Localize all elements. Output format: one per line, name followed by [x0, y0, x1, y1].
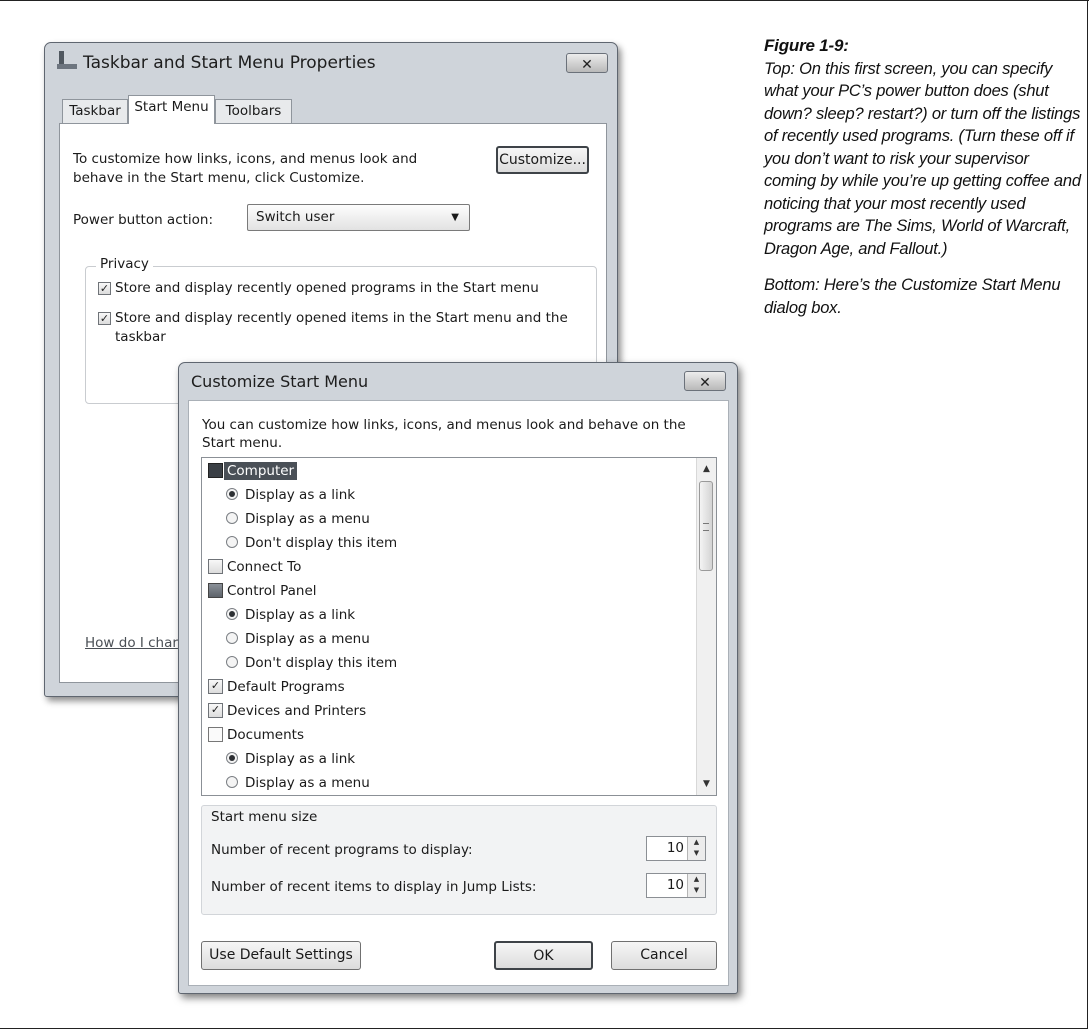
recent-programs-value[interactable]: 10: [647, 837, 687, 860]
list-item-checkbox[interactable]: Connect To: [208, 558, 301, 576]
scroll-up-icon[interactable]: ▲: [697, 460, 716, 478]
taskbar-icon: [57, 51, 77, 71]
checkbox-checked-icon[interactable]: ✓: [208, 679, 223, 694]
list-item-radio[interactable]: Display as a menu: [226, 630, 370, 648]
jump-list-spinner[interactable]: 10 ▲ ▼: [646, 873, 706, 898]
tab-start-menu[interactable]: Start Menu: [128, 95, 215, 124]
radio-selected-icon[interactable]: [226, 608, 238, 620]
customize-description: To customize how links, icons, and menus…: [73, 151, 418, 186]
list-item-radio[interactable]: Don't display this item: [226, 534, 397, 552]
list-item-label: Computer: [224, 462, 298, 480]
list-item-label: Default Programs: [227, 679, 345, 695]
list-item-radio[interactable]: Display as a link: [226, 750, 355, 768]
list-item-label: Display as a link: [245, 487, 356, 503]
privacy-label: Privacy: [96, 256, 153, 272]
list-item-radio[interactable]: Don't display this item: [226, 654, 397, 672]
power-button-select[interactable]: Switch user ▼: [247, 204, 470, 231]
radio-selected-icon[interactable]: [226, 488, 238, 500]
radio-selected-icon[interactable]: [226, 752, 238, 764]
privacy-option-programs[interactable]: ✓ Store and display recently opened prog…: [98, 279, 575, 298]
list-scrollbar[interactable]: ▲ ▼: [696, 458, 716, 795]
grip-icon: [703, 523, 709, 531]
start-menu-size-group: Start menu size Number of recent program…: [201, 805, 717, 915]
start-menu-items-list[interactable]: Computer Display as a link Display as a …: [201, 457, 717, 796]
list-item-label: Display as a link: [245, 751, 356, 767]
scroll-thumb[interactable]: [699, 481, 713, 571]
start-menu-size-label: Start menu size: [211, 809, 318, 825]
list-item-label: Display as a menu: [245, 775, 370, 791]
list-item-label: Don't display this item: [245, 535, 398, 551]
list-item-label: Control Panel: [227, 583, 317, 599]
checkbox-checked-icon[interactable]: ✓: [98, 312, 111, 325]
list-item-label: Display as a menu: [245, 631, 370, 647]
dialog-titlebar: Taskbar and Start Menu Properties: [57, 51, 376, 73]
jump-list-label: Number of recent items to display in Jum…: [211, 879, 537, 895]
list-item-computer[interactable]: Computer: [208, 462, 298, 480]
documents-icon: [208, 727, 223, 742]
list-item-label: Devices and Printers: [227, 703, 367, 719]
cancel-button[interactable]: Cancel: [611, 941, 717, 970]
privacy-option-label: Store and display recently opened progra…: [115, 280, 539, 296]
checkbox-icon[interactable]: [208, 559, 223, 574]
customize-start-menu-dialog: Customize Start Menu ✕ You can customize…: [178, 362, 738, 994]
list-item-checkbox[interactable]: ✓ Default Programs: [208, 678, 345, 696]
jump-list-value[interactable]: 10: [647, 874, 687, 897]
recent-programs-label: Number of recent programs to display:: [211, 842, 473, 858]
computer-icon: [208, 463, 223, 478]
list-item-control-panel[interactable]: Control Panel: [208, 582, 317, 600]
list-item-label: Don't display this item: [245, 655, 398, 671]
list-item-documents[interactable]: Documents: [208, 726, 304, 744]
checkbox-checked-icon[interactable]: ✓: [98, 282, 111, 295]
power-button-value: Switch user: [256, 209, 335, 225]
tab-toolbars[interactable]: Toolbars: [215, 99, 292, 123]
control-panel-icon: [208, 583, 223, 598]
caption-bottom-text: Bottom: Here’s the Customize Start Menu …: [764, 276, 1061, 317]
figure-caption: Figure 1-9: Top: On this first screen, y…: [764, 35, 1084, 333]
list-item-radio[interactable]: Display as a menu: [226, 774, 370, 792]
privacy-option-items[interactable]: ✓ Store and display recently opened item…: [98, 309, 575, 347]
customize-description: You can customize how links, icons, and …: [202, 417, 686, 451]
dialog-title: Customize Start Menu: [191, 372, 369, 391]
list-item-radio[interactable]: Display as a menu: [226, 510, 370, 528]
ok-button[interactable]: OK: [494, 941, 593, 970]
close-icon: ✕: [581, 57, 593, 73]
power-button-label: Power button action:: [73, 212, 214, 228]
chevron-down-icon: ▼: [451, 212, 459, 223]
dialog-title: Taskbar and Start Menu Properties: [83, 53, 376, 73]
radio-icon[interactable]: [226, 776, 238, 788]
customize-button[interactable]: Customize...: [496, 146, 589, 174]
spinner-arrows-icon[interactable]: ▲ ▼: [687, 837, 705, 860]
figure-label: Figure 1-9:: [764, 36, 849, 55]
checkbox-checked-icon[interactable]: ✓: [208, 703, 223, 718]
caption-top-text: Top: On this first screen, you can speci…: [764, 59, 1081, 258]
list-item-label: Display as a menu: [245, 511, 370, 527]
tab-taskbar[interactable]: Taskbar: [62, 99, 128, 123]
radio-icon[interactable]: [226, 656, 238, 668]
close-button[interactable]: ✕: [684, 371, 726, 391]
radio-icon[interactable]: [226, 512, 238, 524]
list-item-radio[interactable]: Display as a link: [226, 486, 355, 504]
recent-programs-spinner[interactable]: 10 ▲ ▼: [646, 836, 706, 861]
help-link[interactable]: How do I char: [85, 635, 178, 651]
spinner-arrows-icon[interactable]: ▲ ▼: [687, 874, 705, 897]
radio-icon[interactable]: [226, 632, 238, 644]
scroll-down-icon[interactable]: ▼: [697, 775, 716, 793]
radio-icon[interactable]: [226, 536, 238, 548]
privacy-option-label: Store and display recently opened items …: [115, 310, 568, 345]
dialog-body: You can customize how links, icons, and …: [188, 400, 729, 986]
close-icon: ✕: [699, 375, 711, 391]
close-button[interactable]: ✕: [566, 53, 608, 73]
list-item-radio[interactable]: Display as a link: [226, 606, 355, 624]
list-item-label: Display as a link: [245, 607, 356, 623]
use-default-settings-button[interactable]: Use Default Settings: [201, 941, 361, 970]
list-item-checkbox[interactable]: ✓ Devices and Printers: [208, 702, 366, 720]
